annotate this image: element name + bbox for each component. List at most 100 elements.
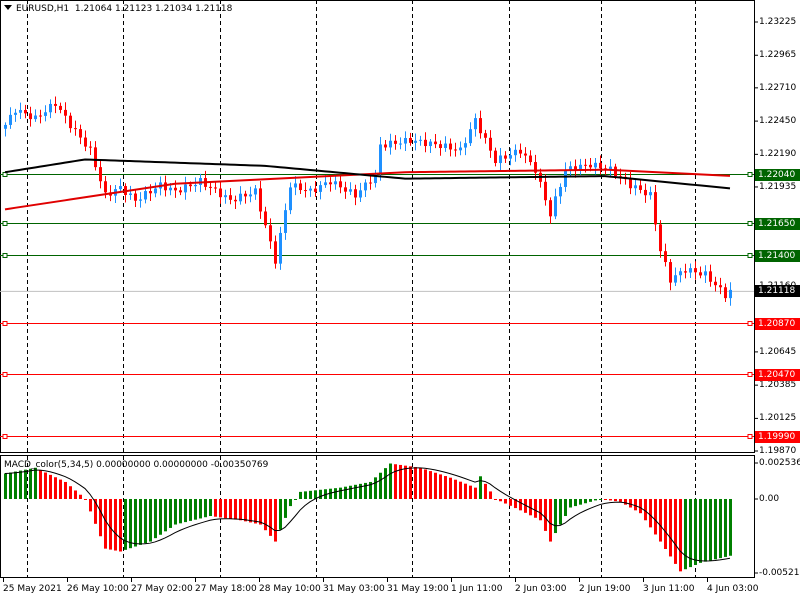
bull-candle <box>554 196 557 217</box>
macd-histogram-bar <box>274 498 277 542</box>
bull-candle <box>464 143 467 148</box>
bear-candle <box>174 187 177 191</box>
macd-histogram-bar <box>649 498 652 528</box>
macd-histogram-bar <box>434 472 437 499</box>
level-anchor-right <box>747 321 753 326</box>
macd-histogram-bar <box>139 498 142 545</box>
time-axis-label: 31 May 19:00 <box>387 584 449 594</box>
price-tick-label: 1.22450 <box>759 116 797 127</box>
bull-candle <box>379 144 382 174</box>
macd-histogram-bar <box>439 474 442 499</box>
macd-histogram-bar <box>414 467 417 499</box>
macd-histogram-bar <box>204 498 207 518</box>
bull-candle <box>319 185 322 192</box>
bull-candle <box>419 139 422 141</box>
macd-histogram-bar <box>609 498 612 501</box>
bear-candle <box>329 182 332 185</box>
macd-histogram-bar <box>484 483 487 499</box>
time-axis-label: 2 Jun 03:00 <box>515 584 567 594</box>
bull-candle <box>459 147 462 151</box>
dropdown-triangle-icon[interactable] <box>4 5 12 10</box>
macd-histogram-bar <box>144 498 147 544</box>
bull-candle <box>184 184 187 193</box>
bull-candle <box>404 138 407 144</box>
main-chart-frame <box>0 0 755 453</box>
macd-histogram-bar <box>629 498 632 508</box>
bear-candle <box>354 189 357 198</box>
macd-value-1: 0.00000000 <box>96 460 151 470</box>
price-tick-label: 1.23225 <box>759 17 797 27</box>
macd-histogram-bar <box>509 498 512 506</box>
bear-candle <box>24 109 27 114</box>
time-axis-label: 31 May 03:00 <box>323 584 385 594</box>
macd-histogram-bar <box>579 498 582 505</box>
bull-candle <box>499 155 502 164</box>
macd-histogram-bar <box>84 498 87 500</box>
macd-histogram-bar <box>459 481 462 499</box>
macd-histogram-bar <box>254 498 257 524</box>
macd-histogram-bar <box>54 477 57 499</box>
open-price: 1.21064 <box>74 4 113 14</box>
bull-candle <box>389 140 392 148</box>
macd-histogram-bar <box>164 498 167 532</box>
macd-histogram-bar <box>189 498 192 521</box>
bull-candle <box>509 155 512 159</box>
bull-candle <box>49 103 52 113</box>
macd-signal-line <box>4 467 731 562</box>
bull-candle <box>294 183 297 188</box>
bear-candle <box>544 181 547 201</box>
macd-histogram-bar <box>159 498 162 535</box>
macd-histogram-bar <box>34 467 37 499</box>
macd-histogram-bar <box>179 498 182 524</box>
bear-candle <box>479 118 482 134</box>
macd-histogram-bar <box>374 477 377 499</box>
macd-histogram-bar <box>19 470 22 499</box>
bear-candle <box>299 183 302 191</box>
macd-histogram-bar <box>289 498 292 507</box>
macd-histogram-bar <box>124 498 127 550</box>
macd-histogram-bar <box>424 469 427 499</box>
macd-histogram-bar <box>394 464 397 499</box>
macd-tick-label: 0.0025365 <box>759 458 800 468</box>
bear-candle <box>64 109 67 116</box>
macd-histogram-bar <box>689 498 692 568</box>
macd-histogram-bar <box>304 491 307 499</box>
macd-histogram-bar <box>309 490 312 499</box>
macd-histogram-bar <box>624 498 627 505</box>
macd-histogram-bar <box>454 479 457 499</box>
macd-histogram-bar <box>214 498 217 517</box>
macd-histogram-bar <box>469 485 472 499</box>
level-price-tag: 1.20470 <box>755 368 800 381</box>
macd-histogram-bar <box>504 498 507 504</box>
macd-histogram-bar <box>389 463 392 499</box>
macd-histogram-bar <box>709 498 712 561</box>
price-tick-label: 1.22190 <box>759 149 797 160</box>
time-axis-label: 28 May 10:00 <box>259 584 321 594</box>
bull-candle <box>559 186 562 197</box>
chart-canvas[interactable] <box>0 0 800 600</box>
bull-candle <box>154 188 157 194</box>
macd-histogram-bar <box>569 498 572 508</box>
bear-candle <box>54 103 57 106</box>
bear-candle <box>684 271 687 273</box>
price-tick-label: 1.22710 <box>759 82 797 93</box>
macd-tick-label: 0.00 <box>759 493 780 504</box>
bull-candle <box>349 189 352 192</box>
bear-candle <box>304 190 307 192</box>
macd-histogram-bar <box>339 487 342 499</box>
macd-tick-label: -0.005216 <box>759 568 800 578</box>
bear-candle <box>84 137 87 147</box>
macd-histogram-bar <box>29 468 32 499</box>
macd-histogram-bar <box>269 498 272 536</box>
level-price-tag: 1.21650 <box>755 217 800 230</box>
bull-candle <box>284 210 287 233</box>
bull-candle <box>729 289 732 299</box>
macd-histogram-bar <box>464 483 467 499</box>
bear-candle <box>599 162 602 169</box>
macd-histogram-bar <box>79 494 82 499</box>
macd-histogram-bar <box>384 468 387 499</box>
macd-histogram-bar <box>444 476 447 499</box>
level-anchor-left <box>2 434 8 439</box>
macd-histogram-bar <box>419 467 422 499</box>
bear-candle <box>724 287 727 299</box>
